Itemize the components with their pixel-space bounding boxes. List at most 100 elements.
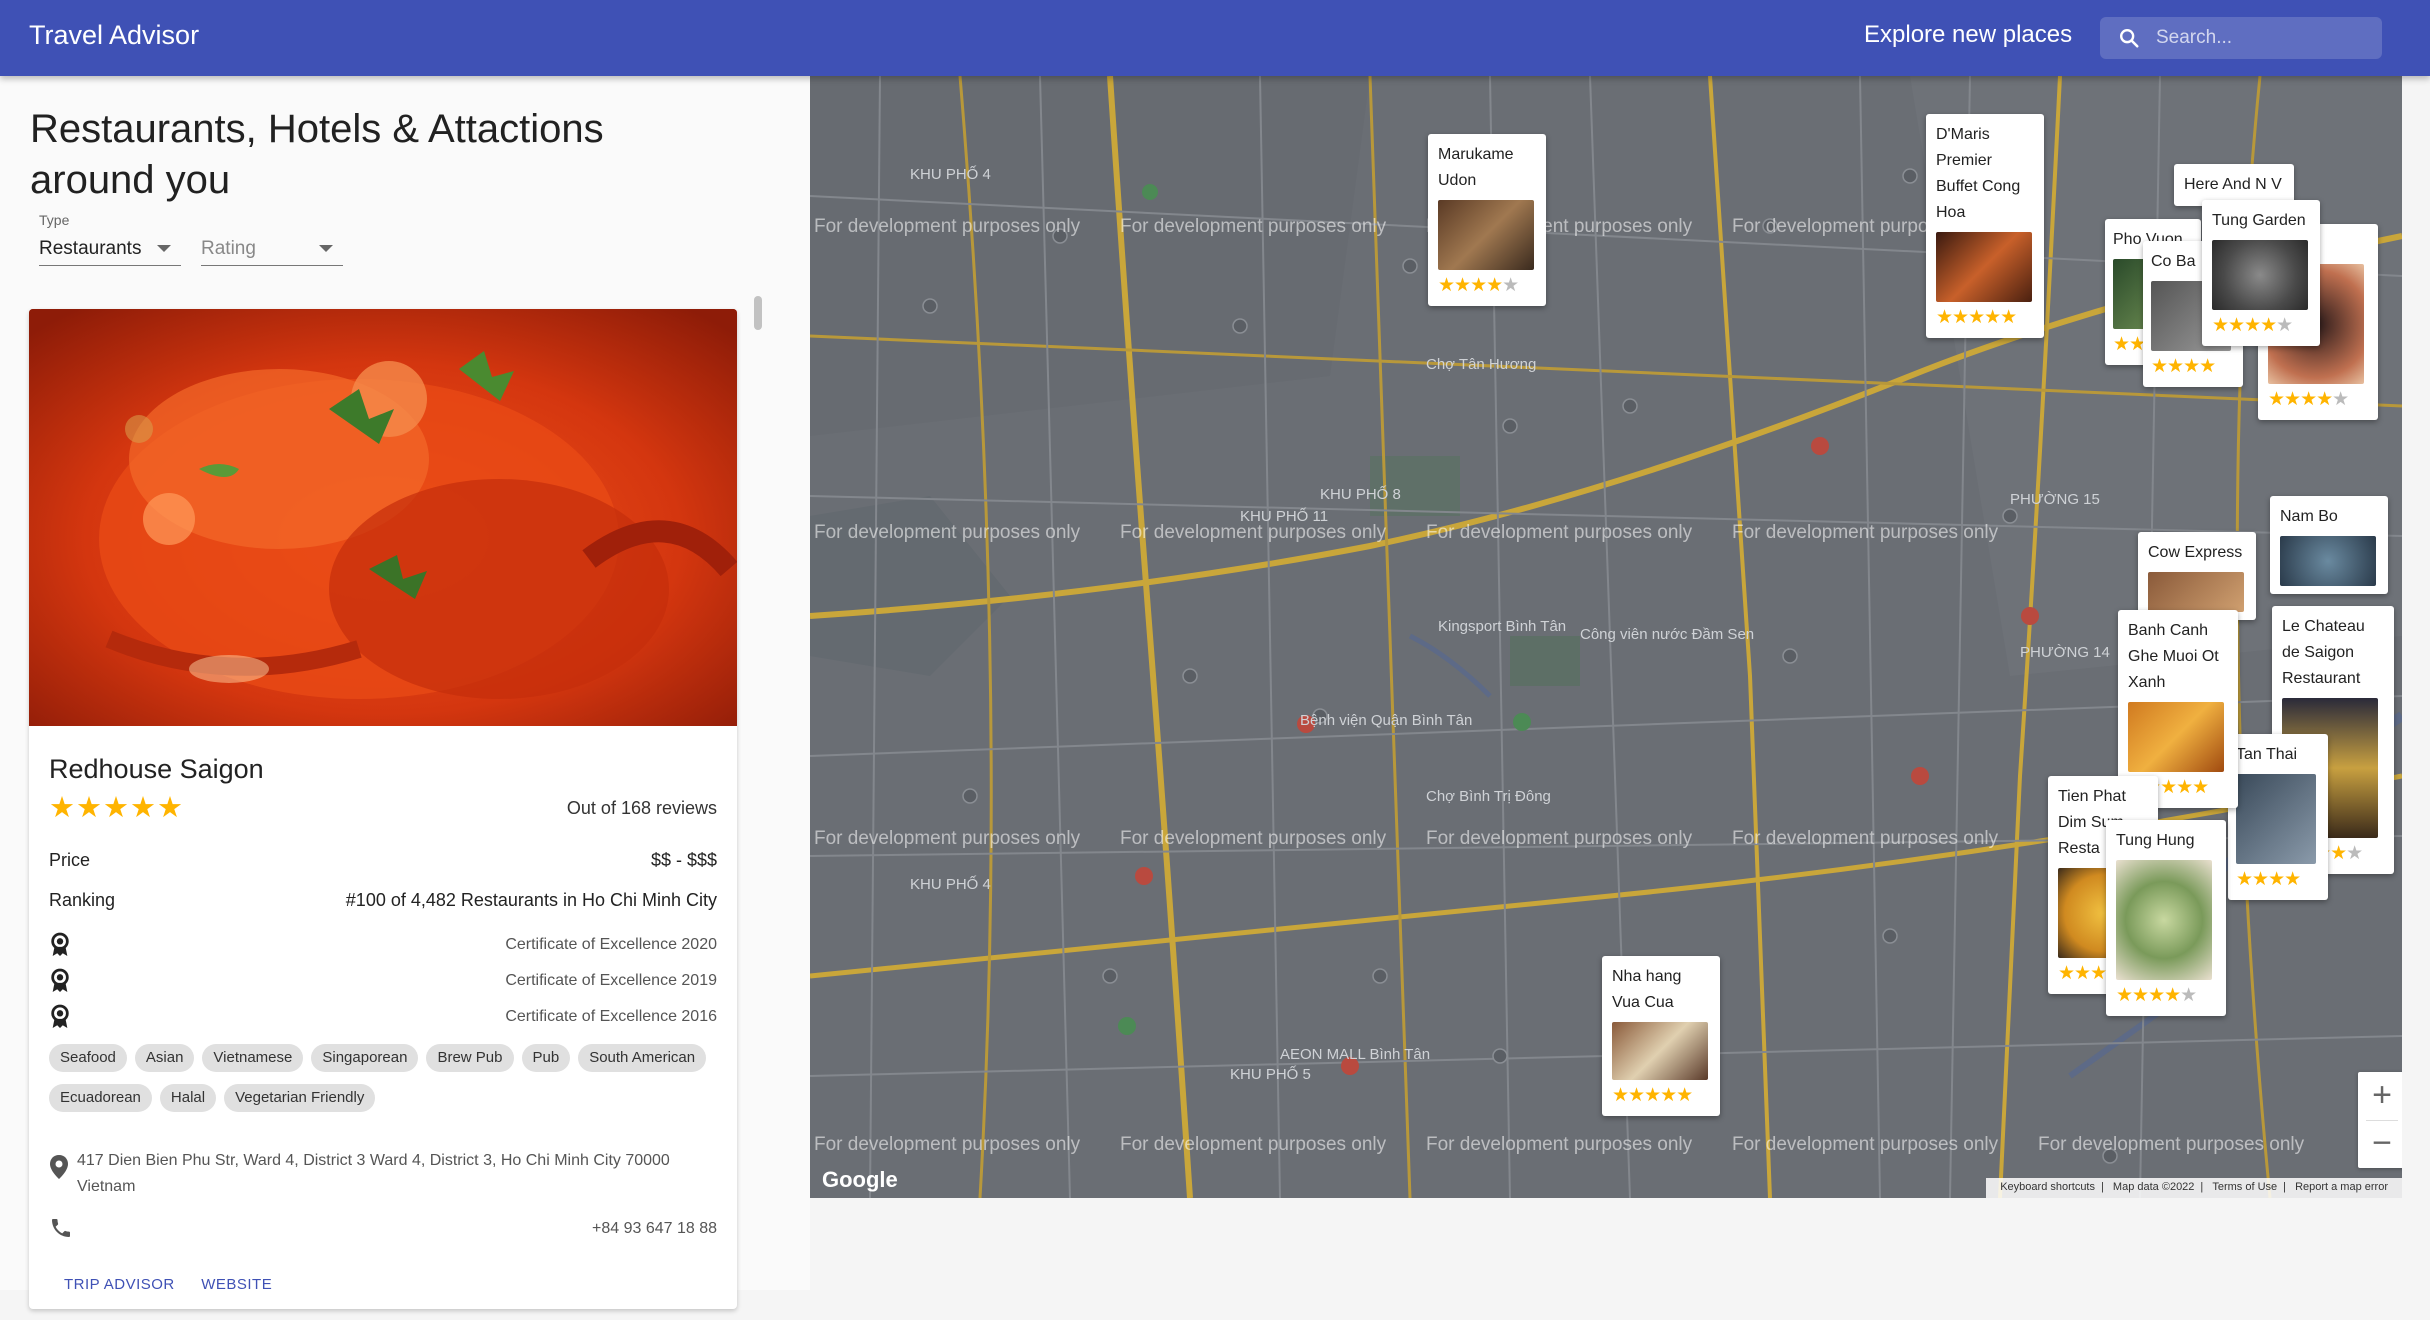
zoom-out-button[interactable]: − bbox=[2358, 1120, 2402, 1168]
ranking-value: #100 of 4,482 Restaurants in Ho Chi Minh… bbox=[345, 890, 717, 910]
marker-photo bbox=[1612, 1022, 1708, 1080]
list-scrollbar[interactable] bbox=[754, 296, 762, 330]
marker-stars: ★★★★★ bbox=[2268, 389, 2349, 410]
marker-photo bbox=[1936, 232, 2032, 302]
rating-placeholder: Rating bbox=[201, 238, 256, 259]
marker-title: Tung Garden bbox=[2212, 212, 2306, 229]
cuisine-chip: Halal bbox=[159, 1084, 217, 1112]
location-pin-icon bbox=[50, 1155, 68, 1179]
map-watermark: For development purposes only bbox=[1732, 522, 1999, 543]
marker-title: Here And N V bbox=[2184, 176, 2282, 193]
cuisine-chips: Seafood Asian Vietnamese Singaporean Brew Pu… bbox=[49, 1044, 717, 1124]
map-data-text: Map data ©2022 bbox=[2112, 1181, 2195, 1193]
map-place-label: KHU PHỐ 8 bbox=[1320, 486, 1401, 503]
zoom-in-button[interactable]: + bbox=[2358, 1072, 2402, 1120]
map-marker-card[interactable]: Tung Hung ★★★★★ bbox=[2106, 820, 2226, 1016]
rating-select-value[interactable]: Rating bbox=[201, 212, 343, 266]
ranking-label: Ranking bbox=[49, 890, 116, 910]
type-select-value[interactable]: Restaurants bbox=[39, 232, 181, 266]
rating-select[interactable]: Rating bbox=[201, 212, 343, 266]
marker-photo bbox=[2212, 240, 2308, 310]
reviews-count: Out of 168 reviews bbox=[566, 798, 717, 818]
marker-stars: ★★★★ bbox=[2151, 356, 2216, 377]
price-row: Price $$ - $$$ bbox=[49, 850, 717, 871]
map-view[interactable]: KHU PHỐ 4 KHU PHỐ 8 KHU PHỐ 11 KHU PHỐ 5… bbox=[810, 76, 2402, 1198]
marker-photo bbox=[1438, 200, 1534, 270]
map-place-label: KHU PHỐ 4 bbox=[910, 166, 991, 183]
search-input[interactable] bbox=[2156, 23, 2376, 53]
award-icon bbox=[51, 1004, 69, 1028]
marker-photo bbox=[2116, 860, 2212, 980]
map-marker-card[interactable]: Marukame Udon ★★★★★ bbox=[1428, 134, 1546, 306]
map-marker-card[interactable]: Nha hang Vua Cua ★★★★★ bbox=[1602, 956, 1720, 1116]
place-name: Redhouse Saigon bbox=[49, 754, 264, 784]
cuisine-chip: Asian bbox=[134, 1044, 195, 1072]
zoom-divider bbox=[2366, 1120, 2398, 1121]
map-place-label: Chợ Bình Trị Đông bbox=[1426, 788, 1551, 805]
type-select[interactable]: Type Restaurants bbox=[39, 212, 181, 266]
marker-stars: ★★★★ bbox=[2236, 869, 2301, 890]
ranking-row: Ranking #100 of 4,482 Restaurants in Ho … bbox=[49, 890, 717, 911]
award-row: Certificate of Excellence 2019 bbox=[49, 966, 717, 996]
map-attribution: Keyboard shortcuts | Map data ©2022 | Term… bbox=[1986, 1178, 2402, 1198]
search-box[interactable] bbox=[2100, 17, 2382, 59]
cuisine-chip: Seafood bbox=[49, 1044, 127, 1072]
marker-title: Tung Hung bbox=[2116, 832, 2195, 849]
cuisine-chip: Brew Pub bbox=[426, 1044, 514, 1072]
cuisine-chip: South American bbox=[578, 1044, 707, 1072]
map-place-label: Kingsport Bình Tân bbox=[1438, 618, 1567, 635]
address-text: 417 Dien Bien Phu Str, Ward 4, District … bbox=[77, 1152, 670, 1195]
award-row: Certificate of Excellence 2020 bbox=[49, 930, 717, 960]
type-value: Restaurants bbox=[39, 238, 142, 259]
terms-link[interactable]: Terms of Use bbox=[2212, 1181, 2277, 1193]
map-watermark: For development purposes only bbox=[2038, 1134, 2305, 1155]
marker-stars: ★★★★★ bbox=[2116, 985, 2197, 1006]
map-watermark: For development purposes only bbox=[814, 1134, 1081, 1155]
marker-photo bbox=[2236, 774, 2316, 864]
cuisine-chip: Vietnamese bbox=[202, 1044, 304, 1072]
rating-stars: ★★★★★ bbox=[49, 792, 184, 824]
map-marker-card[interactable]: D'Maris Premier Buffet Cong Hoa ★★★★★ bbox=[1926, 114, 2044, 338]
award-text: Certificate of Excellence 2020 bbox=[505, 936, 717, 953]
phone-number: +84 93 647 18 88 bbox=[591, 1220, 717, 1237]
chevron-down-icon bbox=[319, 245, 333, 252]
map-place-label: Chợ Tân Hương bbox=[1426, 356, 1537, 373]
price-label: Price bbox=[49, 850, 91, 870]
chevron-down-icon bbox=[157, 245, 171, 252]
map-marker-card[interactable]: Nam Bo bbox=[2270, 496, 2388, 594]
marker-title: Marukame Udon bbox=[1438, 146, 1514, 189]
marker-title: Cow Express bbox=[2148, 544, 2243, 561]
marker-title: Nha hang Vua Cua bbox=[1612, 968, 1682, 1011]
map-marker-card[interactable]: Tung Garden ★★★★★ bbox=[2202, 200, 2320, 346]
map-place-label: Công viên nước Đầm Sen bbox=[1580, 626, 1755, 643]
award-icon bbox=[51, 968, 69, 992]
place-photo bbox=[29, 309, 737, 726]
map-place-label: KHU PHỐ 5 bbox=[1230, 1066, 1311, 1083]
google-logo[interactable]: Google bbox=[822, 1167, 898, 1193]
card-actions: TRIP ADVISOR WEBSITE bbox=[64, 1276, 294, 1294]
map-marker-card[interactable]: Cow Express bbox=[2138, 532, 2256, 620]
price-value: $$ - $$$ bbox=[650, 850, 717, 870]
marker-stars: ★★★★★ bbox=[2212, 315, 2293, 336]
map-watermark: For development purposes only bbox=[814, 522, 1081, 543]
marker-photo bbox=[2128, 702, 2224, 772]
website-link[interactable]: WEBSITE bbox=[201, 1276, 272, 1293]
map-watermark: For development purposes only bbox=[1426, 1134, 1693, 1155]
marker-title: Nam Bo bbox=[2280, 508, 2338, 525]
award-row: Certificate of Excellence 2016 bbox=[49, 1002, 717, 1032]
marker-photo bbox=[2148, 572, 2244, 612]
map-watermark: For development purposes only bbox=[1120, 828, 1387, 849]
map-watermark: For development purposes only bbox=[1732, 828, 1999, 849]
phone-icon bbox=[52, 1219, 70, 1237]
map-watermark: For development purposes only bbox=[814, 828, 1081, 849]
report-error-link[interactable]: Report a map error bbox=[2295, 1181, 2388, 1193]
trip-advisor-link[interactable]: TRIP ADVISOR bbox=[64, 1276, 175, 1293]
map-marker-card[interactable]: Tan Thai ★★★★ bbox=[2228, 734, 2328, 900]
award-icon bbox=[51, 932, 69, 956]
marker-title: Tan Thai bbox=[2236, 746, 2298, 763]
keyboard-shortcuts-link[interactable]: Keyboard shortcuts bbox=[2000, 1181, 2095, 1193]
map-place-label: KHU PHỐ 4 bbox=[910, 876, 991, 893]
search-icon bbox=[2120, 29, 2139, 48]
app-bar: Travel Advisor Explore new places bbox=[0, 0, 2430, 76]
app-root: Travel Advisor Explore new places Restau… bbox=[0, 0, 2430, 1320]
